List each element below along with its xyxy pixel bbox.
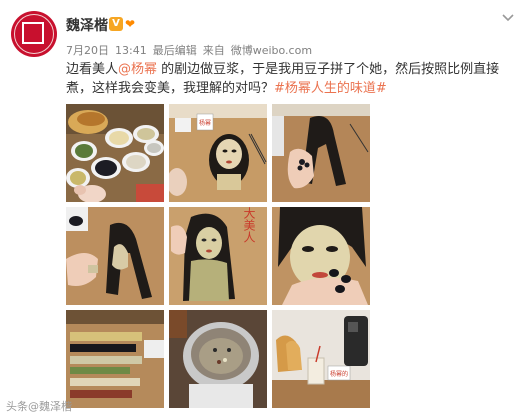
chevron-down-icon[interactable] [501,13,515,23]
photo-6-image [272,207,370,305]
post-text-1: 边看美人 [66,62,119,77]
photo-2-card-text: 杨幂 [199,119,211,127]
mention-link[interactable]: @杨幂 [118,62,157,77]
photo-5-image: 大美人 [169,207,267,305]
photo-1[interactable] [66,104,164,202]
avatar[interactable] [11,11,57,57]
photo-grid: 杨幂 大美人 杨幂的 [66,104,370,408]
photo-4-image [66,207,164,305]
photo-5-text: 大美人 [242,207,256,243]
photo-9[interactable]: 杨幂的 [272,310,370,408]
photo-9-card-text: 杨幂的 [330,370,348,378]
photo-3-image [272,104,370,202]
photo-9-image: 杨幂的 [272,310,370,408]
photo-3[interactable] [272,104,370,202]
post-time[interactable]: 13:41 [115,44,147,57]
photo-7[interactable] [66,310,164,408]
photo-4[interactable] [66,207,164,305]
source-label: 来自 [202,44,225,57]
edited-label: 最后编辑 [152,44,197,57]
photo-2[interactable]: 杨幂 [169,104,267,202]
verified-badge-icon: V [109,17,123,31]
photo-8-image [169,310,267,408]
client-link[interactable]: 微博weibo.com [231,44,312,57]
post-text: 边看美人@杨幂 的剧边做豆浆，于是我用豆子拼了个她，然后按照比例直接煮，这样我会… [66,60,516,98]
photo-1-image [66,104,164,202]
user-name[interactable]: 魏泽楷 [66,15,108,35]
post-meta: 7月20日 13:41 最后编辑 来自 微博weibo.com [66,42,318,58]
photo-6[interactable] [272,207,370,305]
post-date[interactable]: 7月20日 [66,44,109,57]
photo-8[interactable] [169,310,267,408]
hashtag-link[interactable]: #杨幂人生的味道# [274,81,387,96]
member-heart-icon: ❤ [125,17,136,31]
photo-7-image [66,310,164,408]
photo-5[interactable]: 大美人 [169,207,267,305]
weibo-post-card: 魏泽楷 V ❤ 7月20日 13:41 最后编辑 来自 微博weibo.com 边看美人… [0,0,529,418]
watermark: 头条@魏泽楷 [6,400,72,413]
avatar-seal-icon [22,22,44,44]
photo-2-image: 杨幂 [169,104,267,202]
